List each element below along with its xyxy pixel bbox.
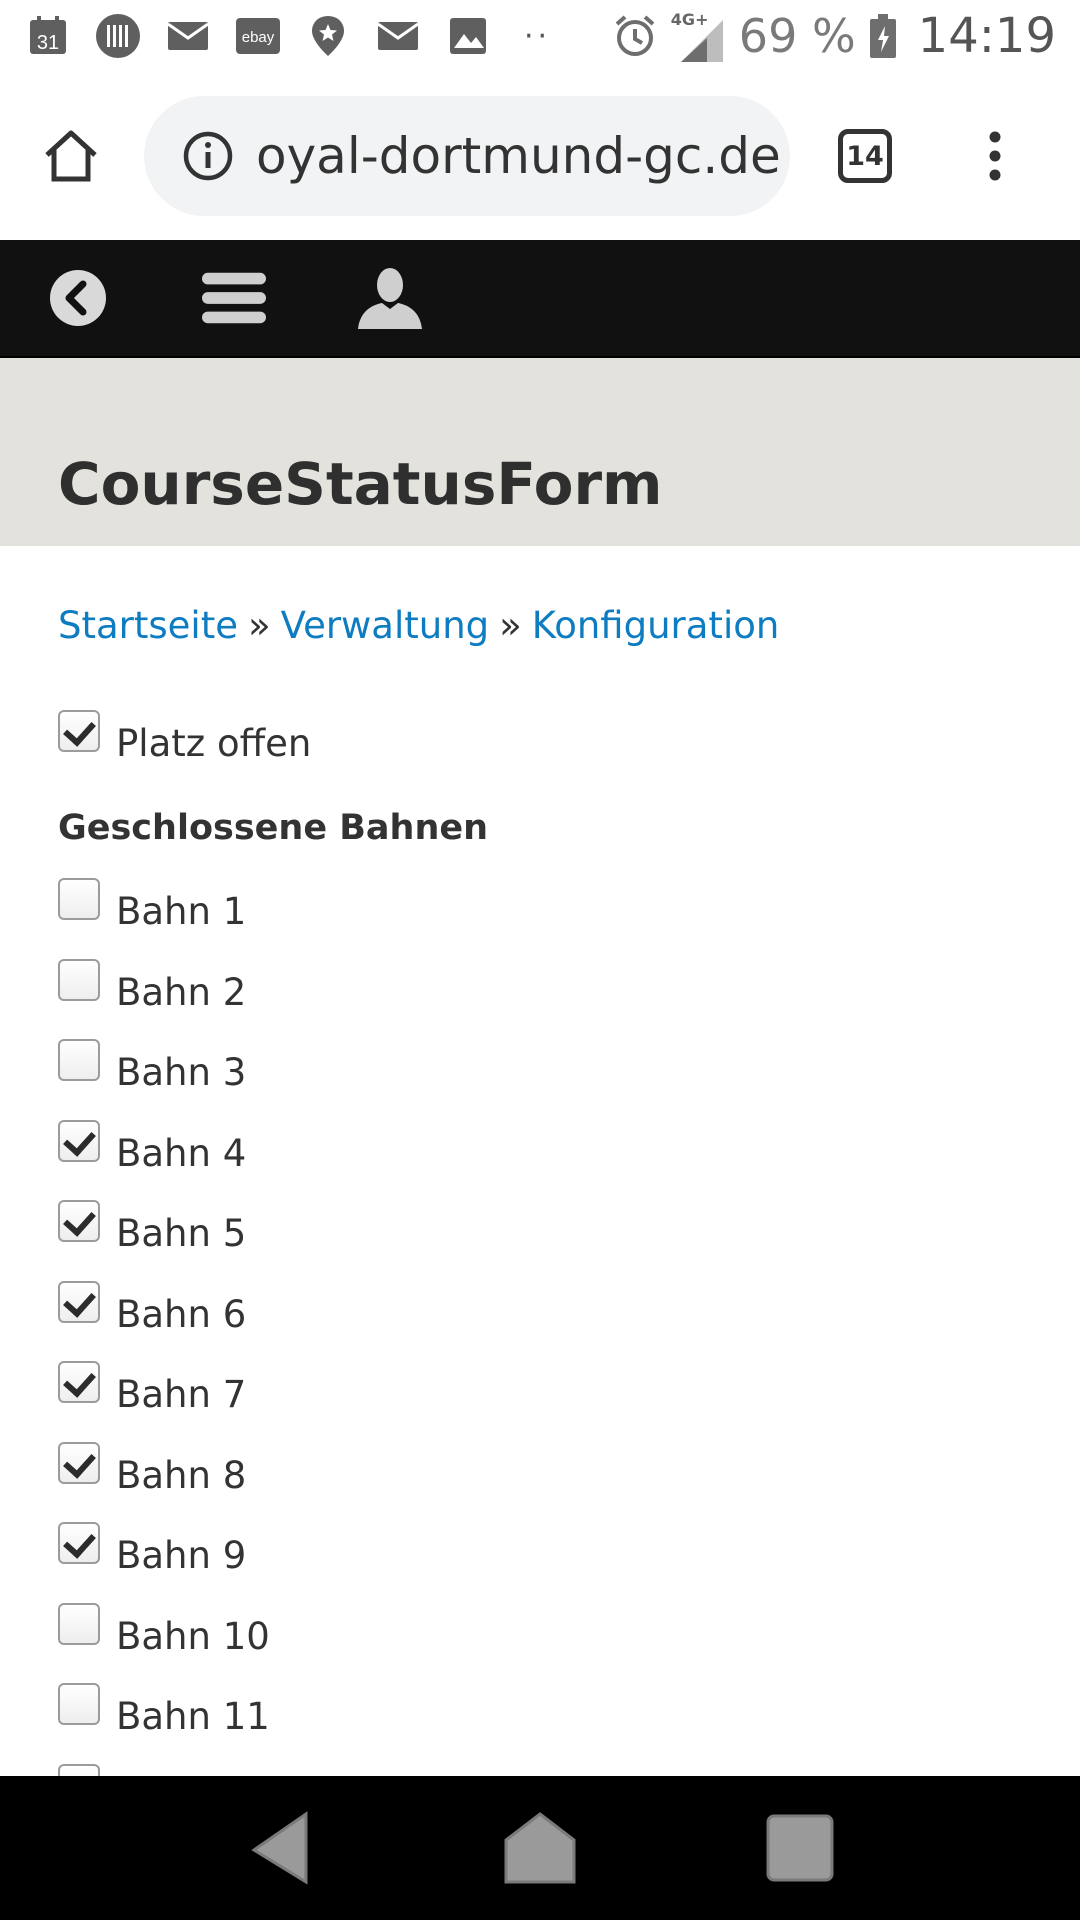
mail-icon: [164, 12, 212, 60]
hole-row[interactable]: Bahn 8: [58, 1441, 246, 1497]
back-chevron-icon: [50, 270, 106, 326]
hole-label[interactable]: Bahn 1: [116, 890, 246, 933]
menu-button[interactable]: [202, 266, 266, 330]
hole-row[interactable]: Bahn 9: [58, 1522, 246, 1577]
url-text[interactable]: oyal-dortmund-gc.de: [256, 127, 781, 185]
hole-row[interactable]: Bahn 6: [58, 1280, 246, 1336]
hole-label[interactable]: Bahn 4: [116, 1132, 246, 1175]
hole-row[interactable]: Bahn 5: [58, 1200, 246, 1255]
hole-label[interactable]: Bahn 11: [116, 1695, 270, 1738]
hole-row[interactable]: Bahn 3: [58, 1039, 246, 1094]
system-recents-button[interactable]: [762, 1810, 838, 1886]
browser-toolbar: oyal-dortmund-gc.de 14: [0, 72, 1080, 240]
image-icon: [444, 12, 492, 60]
main-content: Startseite» Verwaltung» Konfiguration Plat…: [0, 546, 1080, 1776]
hole-label[interactable]: Bahn 6: [116, 1293, 246, 1336]
status-bar: 31 ebay ·· 4G+ 69 % 14:19: [0, 0, 1080, 72]
more-notifications-dots: ··: [524, 18, 552, 54]
hole-checkbox[interactable]: [58, 1361, 100, 1403]
hole-label[interactable]: Bahn 9: [116, 1534, 246, 1577]
system-back-button[interactable]: [242, 1810, 318, 1886]
hole-checkbox[interactable]: [58, 1039, 100, 1081]
hole-row[interactable]: Bahn 10: [58, 1602, 270, 1658]
more-vert-icon: [989, 131, 1001, 181]
svg-text:ebay: ebay: [242, 29, 275, 46]
info-icon[interactable]: [182, 130, 234, 182]
breadcrumb-link-konfiguration[interactable]: Konfiguration: [532, 604, 780, 647]
home-pentagon-icon: [504, 1812, 576, 1884]
tab-count: 14: [838, 129, 892, 183]
hole-checkbox[interactable]: [58, 1522, 100, 1564]
hole-row[interactable]: Bahn 11: [58, 1683, 270, 1738]
hole-checkbox[interactable]: [58, 1200, 100, 1242]
hole-checkbox[interactable]: [58, 1280, 100, 1323]
hole-row[interactable]: Bahn 7: [58, 1361, 246, 1416]
clock: 14:19: [917, 8, 1056, 64]
hole-row[interactable]: Bahn 1: [58, 878, 246, 933]
ebay-icon: ebay: [234, 12, 282, 60]
breadcrumb-link-verwaltung[interactable]: Verwaltung: [281, 604, 490, 647]
battery-percent: 69 %: [738, 9, 856, 63]
hole-row[interactable]: Bahn 4: [58, 1119, 246, 1175]
hole-row[interactable]: Bahn 2: [58, 958, 246, 1014]
site-navbar: [0, 240, 1080, 358]
system-status: 4G+ 69 % 14:19: [611, 8, 1056, 64]
hole-checkbox[interactable]: [58, 1602, 100, 1645]
breadcrumb-link-startseite[interactable]: Startseite: [58, 604, 238, 647]
signal-icon: 4G+: [671, 8, 727, 64]
home-button[interactable]: [0, 72, 142, 240]
svg-text:31: 31: [37, 32, 59, 54]
hole-checkbox[interactable]: [58, 1683, 100, 1725]
hole-label[interactable]: Bahn 3: [116, 1051, 246, 1094]
hole-label[interactable]: Bahn 7: [116, 1373, 246, 1416]
breadcrumb-separator: »: [247, 604, 271, 647]
hole-label[interactable]: Bahn 2: [116, 971, 246, 1014]
hamburger-icon: [202, 272, 266, 324]
notification-icons: 31 ebay ··: [24, 12, 551, 60]
barcode-icon: [94, 12, 142, 60]
battery-icon: [868, 12, 898, 60]
closed-holes-label: Geschlossene Bahnen: [58, 808, 489, 848]
hole-checkbox[interactable]: [58, 1763, 100, 1776]
calendar-icon: 31: [24, 12, 72, 60]
breadcrumb: Startseite» Verwaltung» Konfiguration: [58, 604, 779, 647]
course-open-checkbox[interactable]: [58, 710, 100, 752]
hole-checkbox[interactable]: [58, 878, 100, 920]
home-icon: [45, 130, 97, 182]
hole-label[interactable]: Bahn 10: [116, 1615, 270, 1658]
page-title: CourseStatusForm: [58, 450, 663, 518]
user-button[interactable]: [358, 266, 422, 330]
recents-square-icon: [766, 1814, 834, 1882]
mail-icon: [374, 12, 422, 60]
breadcrumb-separator: »: [499, 604, 522, 647]
address-bar[interactable]: oyal-dortmund-gc.de: [144, 96, 790, 216]
page-header: CourseStatusForm: [0, 358, 1080, 546]
back-button[interactable]: [46, 266, 110, 330]
system-navigation-bar: [0, 1776, 1080, 1920]
hole-label[interactable]: Bahn 8: [116, 1454, 246, 1497]
hole-checkbox[interactable]: [58, 1441, 100, 1484]
alarm-icon: [611, 12, 659, 60]
back-triangle-icon: [251, 1811, 308, 1885]
hole-label[interactable]: Bahn 5: [116, 1212, 246, 1255]
hole-checkbox[interactable]: [58, 1119, 100, 1162]
course-open-row[interactable]: Platz offen: [58, 710, 311, 765]
overflow-menu-button[interactable]: [940, 72, 1050, 240]
system-home-button[interactable]: [502, 1810, 578, 1886]
location-pin-icon: [304, 12, 352, 60]
course-open-label[interactable]: Platz offen: [116, 722, 311, 765]
tab-switcher-button[interactable]: 14: [790, 72, 940, 240]
user-icon: [358, 268, 422, 329]
hole-checkbox[interactable]: [58, 958, 100, 1001]
